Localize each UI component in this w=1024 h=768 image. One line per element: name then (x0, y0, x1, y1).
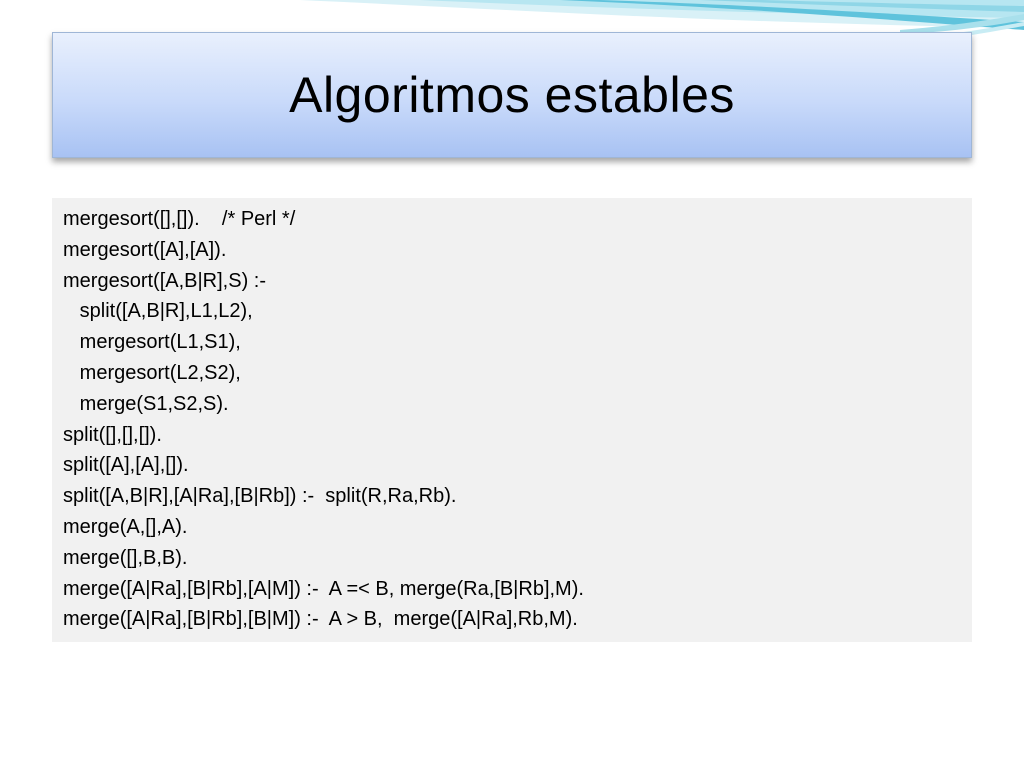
code-line: mergesort([A,B|R],S) :- (63, 269, 267, 292)
code-line: merge(S1,S2,S). (63, 392, 229, 415)
code-line: merge(A,[],A). (63, 515, 188, 538)
code-line: merge([A|Ra],[B|Rb],[B|M]) :- A > B, mer… (63, 608, 578, 631)
code-line: merge([A|Ra],[B|Rb],[A|M]) :- A =< B, me… (63, 577, 584, 600)
code-line: split([],[],[]). (63, 423, 162, 446)
code-line: mergesort(L1,S1), (63, 331, 241, 354)
slide: Algoritmos estables mergesort([],[]). /*… (0, 0, 1024, 768)
code-line: merge([],B,B). (63, 546, 188, 569)
code-line: split([A,B|R],L1,L2), (63, 300, 253, 323)
slide-title: Algoritmos estables (289, 67, 735, 123)
code-block: mergesort([],[]). /* Perl */ mergesort([… (52, 198, 972, 642)
code-line: split([A],[A],[]). (63, 454, 189, 477)
code-line: split([A,B|R],[A|Ra],[B|Rb]) :- split(R,… (63, 485, 457, 508)
code-line: mergesort([A],[A]). (63, 238, 227, 261)
code-line: mergesort(L2,S2), (63, 361, 241, 384)
title-banner: Algoritmos estables (52, 32, 972, 158)
code-line: mergesort([],[]). /* Perl */ (63, 208, 296, 230)
